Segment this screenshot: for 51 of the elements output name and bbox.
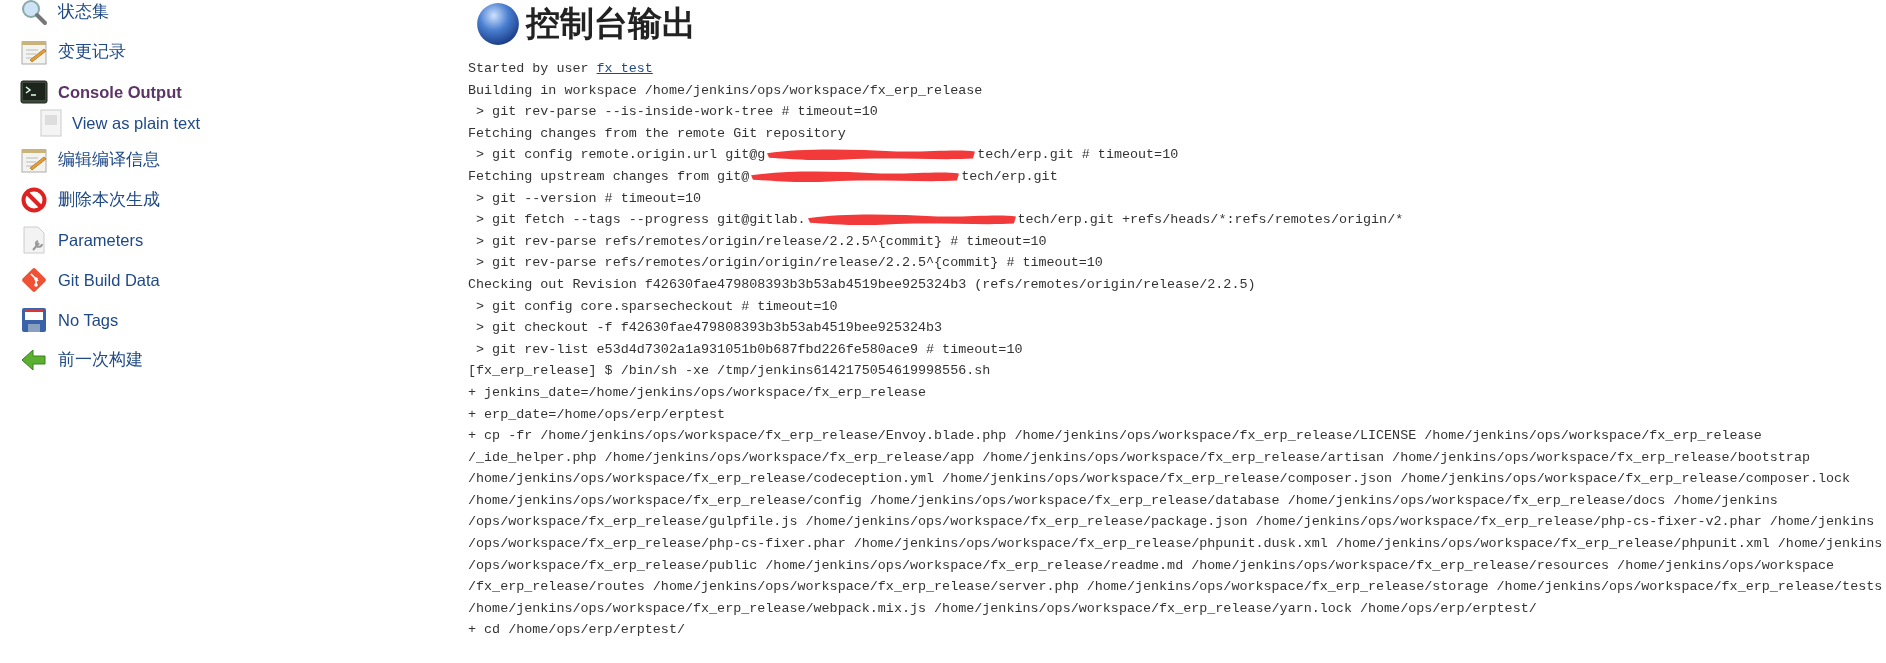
console-line: + cp -fr /home/jenkins/ops/workspace/fx_erp_release/Envoy.blade.php /home/jenkins/ops/workspace/fx_erp_release/LICENSE /home/jenkins/ops/workspace/fx_erp_release [468,427,1762,446]
sidebar-link[interactable]: 删除本次生成 [58,189,160,211]
console-line: /home/jenkins/ops/workspace/fx_erp_release/webpack.mix.js /home/jenkins/ops/workspace/fx_erp_release/yarn.lock /home/ops/erp/erptest/ [468,599,1537,618]
sidebar-link[interactable]: Parameters [58,230,144,250]
console-line: /ops/workspace/fx_erp_release/php-cs-fixer.phar /home/jenkins/ops/workspace/fx_erp_release/phpunit.dusk.xml /home/jenkins/ops/workspace/fx_erp_release/phpunit.xml /home/jenkins [468,535,1883,554]
console-line: Fetching upstream changes from git@ [468,167,750,186]
console-line: > git config core.sparsecheckout # timeout=10 [475,297,838,316]
console-line: Checking out Revision f42630fae479808393b3b53ab4519bee925324b3 (refs/remotes/origin/release/2.2.5) [468,275,1256,294]
left-arrow-icon [20,346,48,374]
console-line: [fx_erp_release] $ /bin/sh -xe /tmp/jenkins6142175054619998556.sh [468,362,991,381]
sidebar-link[interactable]: No Tags [58,310,119,330]
console-line: > git fetch --tags --progress git@gitlab. [475,211,806,230]
sidebar-link[interactable]: View as plain text [72,113,201,133]
console-line: + cd /home/ops/erp/erptest/ [468,621,685,640]
console-line: + jenkins_date=/home/jenkins/ops/workspace/fx_erp_release [468,383,927,402]
console-line: /_ide_helper.php /home/jenkins/ops/workspace/fx_erp_release/app /home/jenkins/ops/workspace/fx_erp_release/artisan /home/jenkins/ops/workspace/fx_erp_release/bootstrap [468,448,1810,467]
console-line: /fx_erp_release/routes /home/jenkins/ops/workspace/fx_erp_release/server.php /home/jenkins/ops/workspace/fx_erp_release/storage /home/jenkins/ops/workspace/fx_erp_release/tests [468,578,1883,597]
notepad-pencil-icon [20,146,48,174]
document-wrench-icon [20,226,48,254]
sidebar-link[interactable]: 前一次构建 [58,349,143,371]
user-link[interactable]: fx_test [596,58,653,80]
prohibited-icon [20,186,48,214]
console-line: Building in workspace /home/jenkins/ops/workspace/fx_erp_release [468,81,983,100]
search-icon [20,0,48,26]
console-line: + erp_date=/home/ops/erp/erptest [468,405,726,424]
sidebar-link[interactable]: 状态集 [58,1,109,23]
sidebar-link[interactable]: Console Output [58,82,182,102]
console-line: Started by user [468,60,590,78]
document-icon [40,109,62,137]
console-line: > git rev-parse --is-inside-work-tree # timeout=10 [475,103,878,122]
console-line: > git rev-parse refs/remotes/origin/origin/release/2.2.5^{commit} # timeout=10 [475,254,1103,273]
page-title: 控制台输出 [526,2,696,45]
sidebar-link[interactable]: 编辑编译信息 [58,149,160,171]
console-line: /home/jenkins/ops/workspace/fx_erp_release/config /home/jenkins/ops/workspace/fx_erp_release/database /home/jenkins/ops/workspace/fx_erp_release/docs /home/jenkins [468,491,1778,510]
console-line: > git rev-list e53d4d7302a1a931051b0b687fbd226fe580ace9 # timeout=10 [475,340,1023,359]
console-line: /ops/workspace/fx_erp_release/public /home/jenkins/ops/workspace/fx_erp_release/readme.md /home/jenkins/ops/workspace/fx_erp_release/resources /home/jenkins/ops/workspace [468,556,1835,575]
console-line: /ops/workspace/fx_erp_release/gulpfile.js /home/jenkins/ops/workspace/fx_erp_release/package.json /home/jenkins/ops/workspace/fx_erp_release/php-cs-fixer-v2.phar /home/jenkins [468,513,1875,532]
console-line: /home/jenkins/ops/workspace/fx_erp_release/codeception.yml /home/jenkins/ops/workspace/fx_erp_release/composer.json /home/jenkins/ops/workspace/fx_erp_release/composer.lock [468,470,1851,489]
notepad-pencil-icon [20,38,48,66]
console-line: > git --version # timeout=10 [475,189,702,208]
console-line: tech/erp.git # timeout=10 [977,146,1179,165]
console-line: tech/erp.git [961,167,1058,186]
sidebar-link[interactable]: Git Build Data [58,270,160,290]
console-line: Fetching changes from the remote Git repository [468,124,846,143]
console-line: > git rev-parse refs/remotes/origin/release/2.2.5^{commit} # timeout=10 [475,232,1047,251]
console-line: > git checkout -f f42630fae479808393b3b53ab4519bee925324b3 [475,319,943,338]
sidebar-link[interactable]: 变更记录 [58,41,126,63]
terminal-icon [20,78,48,106]
ball-icon [476,2,520,46]
console-line: > git config remote.origin.url git@g [475,146,766,165]
console-line: tech/erp.git +refs/heads/*:refs/remotes/origin/* [1017,211,1404,230]
